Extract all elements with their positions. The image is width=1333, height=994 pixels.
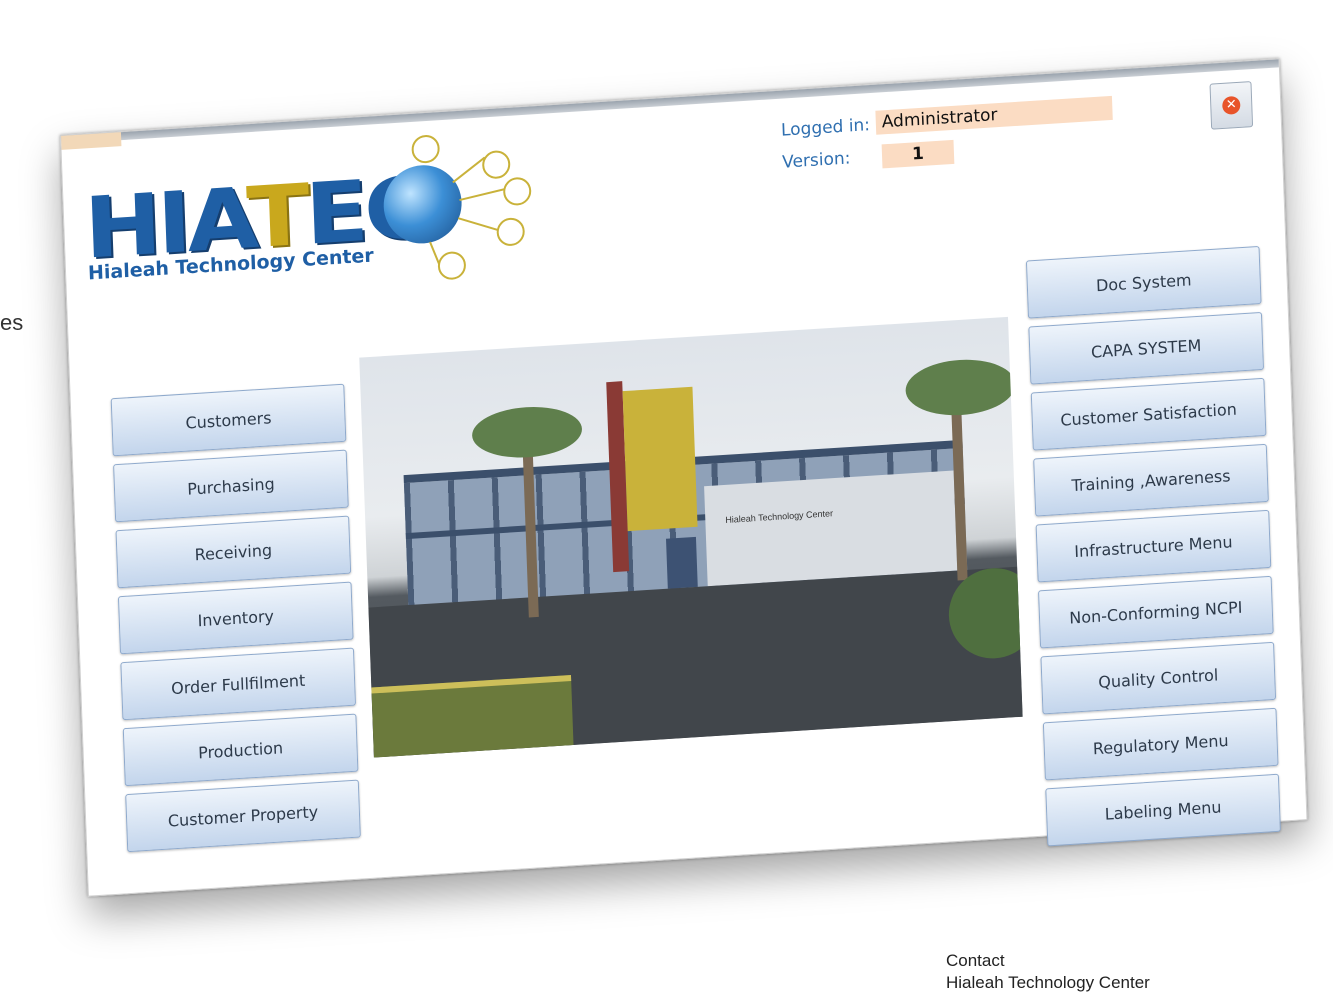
version-label: Version:	[781, 148, 851, 173]
version-value: 1	[881, 139, 955, 169]
network-node-icon	[502, 176, 532, 207]
network-node-icon	[481, 149, 511, 180]
contact-line: Hialeah Technology Center	[946, 973, 1150, 992]
left-menu-button-receiving[interactable]: Receiving	[115, 515, 352, 589]
hiatec-logo: HIATEC Hialeah Technology Center	[82, 134, 532, 294]
photo-wall	[704, 470, 958, 587]
photo-palm-fronds	[904, 356, 1017, 419]
right-menu-button-non-conforming-ncpi[interactable]: Non-Conforming NCPI	[1038, 575, 1274, 649]
right-menu-button-labeling-menu[interactable]: Labeling Menu	[1045, 773, 1281, 847]
network-node-icon	[496, 217, 526, 247]
contact-heading: Contact	[946, 951, 1005, 970]
network-link	[457, 217, 503, 233]
right-menu-button-regulatory-menu[interactable]: Regulatory Menu	[1042, 707, 1279, 781]
right-menu-button-customer-satisfaction[interactable]: Customer Satisfaction	[1030, 377, 1267, 451]
close-button[interactable]: ✕	[1209, 81, 1254, 130]
right-menu-button-quality-control[interactable]: Quality Control	[1040, 641, 1277, 715]
building-photo: Hialeah Technology Center	[359, 316, 1023, 758]
network-link	[459, 187, 509, 202]
left-menu-button-production[interactable]: Production	[122, 713, 359, 787]
right-menu-button-training-awareness[interactable]: Training ,Awareness	[1033, 443, 1269, 517]
network-link	[452, 156, 486, 184]
logged-in-label: Logged in:	[780, 115, 871, 141]
right-menu-button-doc-system[interactable]: Doc System	[1025, 245, 1262, 319]
network-node-icon	[437, 250, 467, 281]
left-menu-button-customer-property[interactable]: Customer Property	[125, 779, 361, 853]
contact-block: Contact Hialeah Technology Center	[946, 950, 1150, 994]
left-menu-button-order-fullfilment[interactable]: Order Fullfilment	[120, 647, 357, 721]
left-menu-button-customers[interactable]: Customers	[110, 383, 347, 457]
tab-edge	[61, 132, 122, 150]
side-text-fragment: es	[0, 310, 24, 335]
close-circle-icon: ✕	[1221, 95, 1241, 115]
logged-in-value: Administrator	[875, 95, 1113, 135]
network-node-icon	[411, 134, 441, 164]
left-menu-button-purchasing[interactable]: Purchasing	[113, 449, 349, 523]
right-menu-button-capa-system[interactable]: CAPA SYSTEM	[1028, 311, 1265, 385]
right-menu-button-infrastructure-menu[interactable]: Infrastructure Menu	[1035, 509, 1272, 583]
app-window-screenshot: HIATEC Hialeah Technology Center Logged …	[60, 58, 1308, 897]
photo-curb	[371, 674, 574, 758]
left-menu-button-inventory[interactable]: Inventory	[117, 581, 354, 655]
photo-palm-fronds	[471, 403, 583, 461]
photo-tower	[622, 386, 698, 532]
photo-door	[665, 536, 698, 589]
